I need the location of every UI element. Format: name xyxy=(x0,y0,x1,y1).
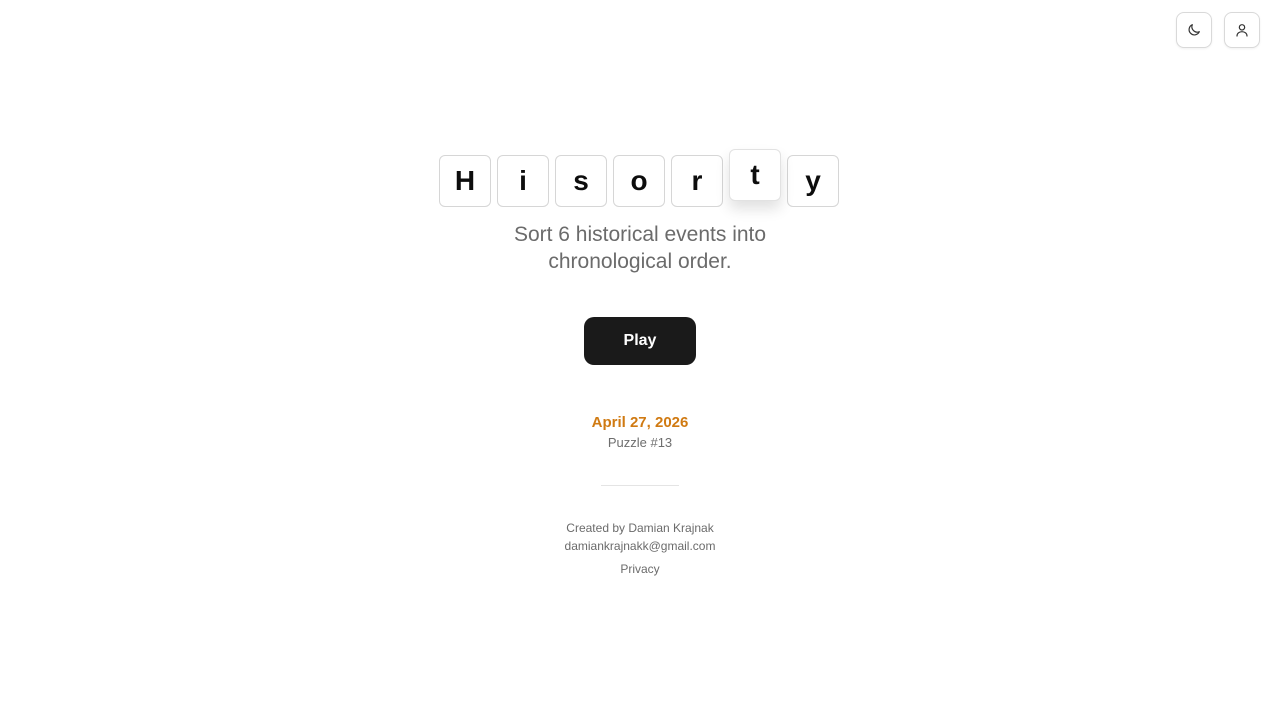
contact-email: damiankrajnakk@gmail.com xyxy=(564,539,716,553)
tagline-line-2: chronological order. xyxy=(548,250,732,273)
puzzle-number: Puzzle #13 xyxy=(607,435,673,450)
moon-icon xyxy=(1186,22,1202,38)
letter-tile[interactable]: o xyxy=(613,155,665,207)
letter-tile[interactable]: y xyxy=(787,155,839,207)
letter-tile[interactable]: s xyxy=(555,155,607,207)
privacy-link[interactable]: Privacy xyxy=(620,562,659,576)
top-actions xyxy=(1176,12,1260,48)
creator-credit: Created by Damian Krajnak xyxy=(566,521,714,535)
theme-toggle-button[interactable] xyxy=(1176,12,1212,48)
tagline: Sort 6 historical events into chronologi… xyxy=(0,221,1280,275)
logo-tiles: H i s o r t y xyxy=(439,149,839,207)
letter-tile-lifted[interactable]: t xyxy=(729,149,781,201)
tagline-line-1: Sort 6 historical events into xyxy=(513,223,767,246)
letter-tile[interactable]: H xyxy=(439,155,491,207)
letter-tile[interactable]: r xyxy=(671,155,723,207)
page: H i s o r t y Sort 6 historical events i… xyxy=(0,0,1280,720)
play-button[interactable]: Play xyxy=(584,317,696,365)
privacy-container: Privacy xyxy=(0,562,1280,576)
account-button[interactable] xyxy=(1224,12,1260,48)
puzzle-date: April 27, 2026 xyxy=(591,414,689,431)
letter-tile[interactable]: i xyxy=(497,155,549,207)
user-icon xyxy=(1234,22,1250,38)
divider xyxy=(601,485,679,486)
